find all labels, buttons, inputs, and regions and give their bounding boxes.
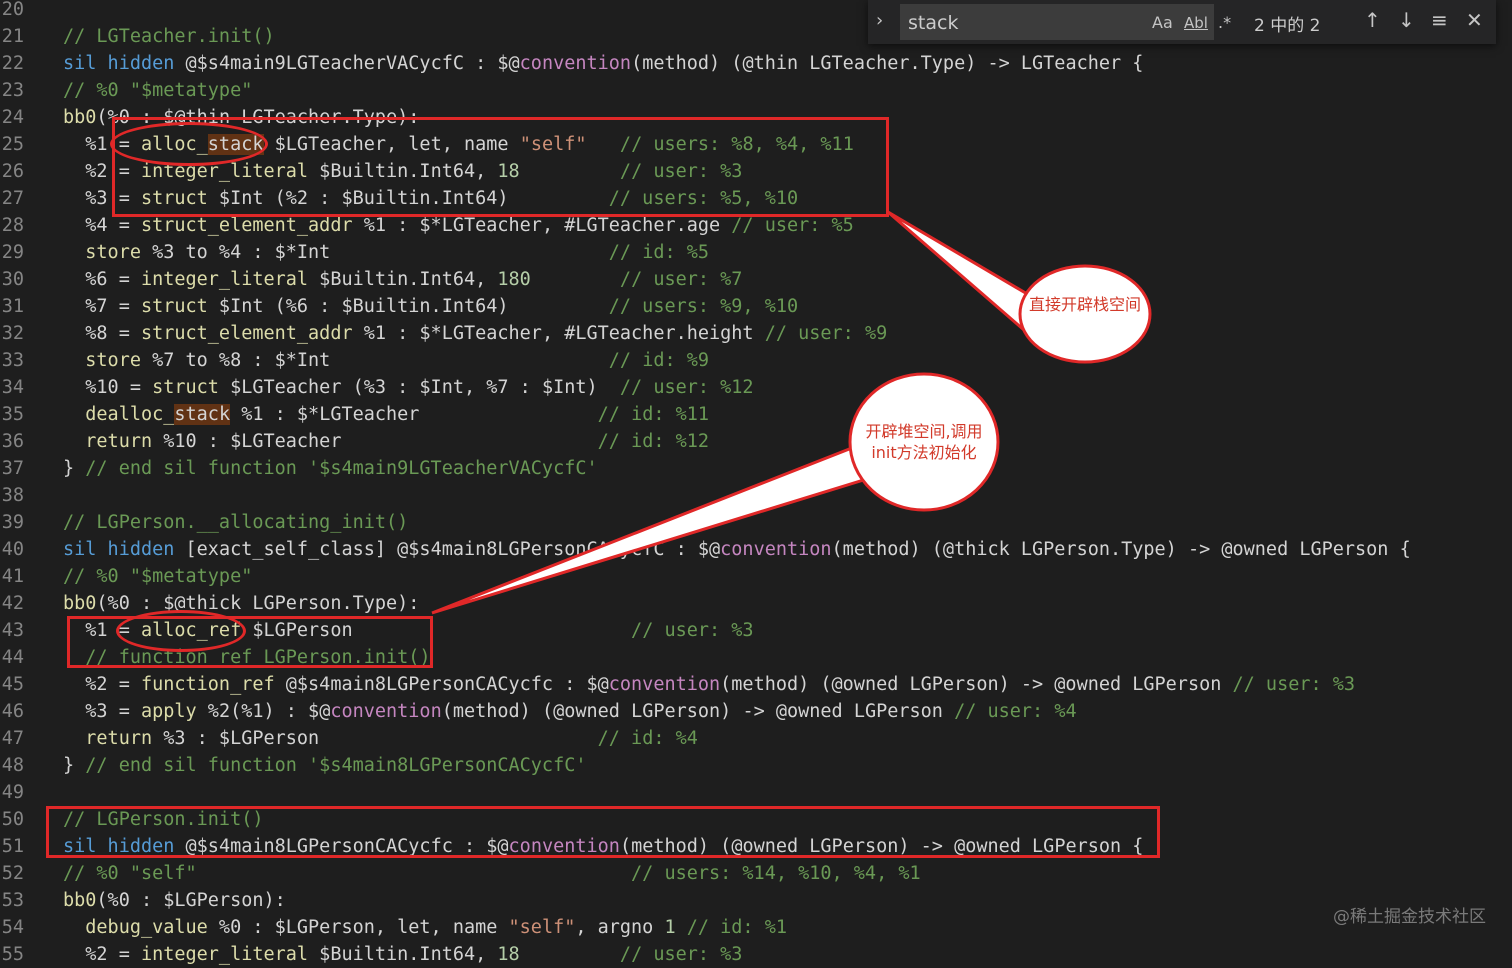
callout-heap-text: 开辟堆空间,调用init方法初始化 — [865, 422, 983, 462]
find-widget: › Aa Abl .* 2 中的 2 ↑ ↓ ≡ ✕ — [868, 0, 1496, 44]
selection-icon[interactable]: ≡ — [1431, 8, 1448, 32]
callout-heap-tail — [431, 441, 872, 615]
highlight-box-person-init — [46, 806, 1160, 858]
match-case-button[interactable]: Aa — [1152, 13, 1173, 32]
callout-stack-text: 直接开辟栈空间 — [1028, 295, 1141, 314]
arrow-down-icon[interactable]: ↓ — [1398, 8, 1415, 32]
close-icon[interactable]: ✕ — [1466, 8, 1483, 32]
watermark: @稀土掘金技术社区 — [1333, 907, 1486, 927]
chevron-right-icon[interactable]: › — [876, 10, 883, 31]
find-input-box: Aa Abl .* — [900, 4, 1231, 40]
callout-stack-tail — [887, 210, 1036, 333]
arrow-up-icon[interactable]: ↑ — [1364, 8, 1381, 32]
circle-alloc-ref — [116, 610, 246, 652]
find-result-count: 2 中的 2 — [1254, 16, 1321, 36]
regex-button[interactable]: .* — [1218, 13, 1231, 32]
find-input[interactable] — [906, 10, 1140, 36]
whole-word-button[interactable]: Abl — [1183, 13, 1209, 33]
circle-alloc-stack — [110, 122, 268, 166]
